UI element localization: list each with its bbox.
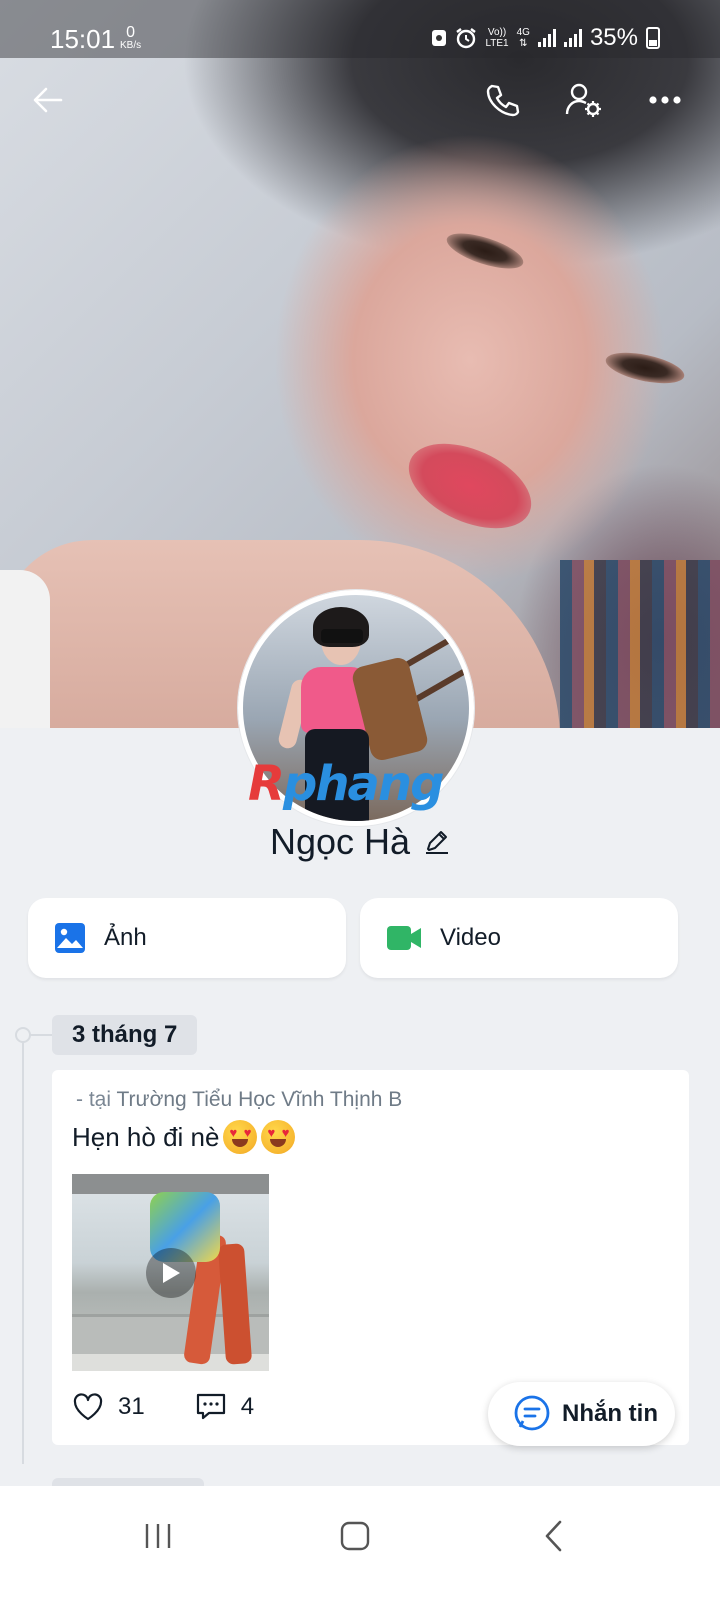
data-arrows-icon: ⇅ bbox=[519, 38, 528, 49]
comment-count: 4 bbox=[240, 1393, 255, 1420]
back-button[interactable] bbox=[26, 78, 70, 122]
profile-settings-button[interactable] bbox=[562, 78, 606, 122]
video-camera-icon bbox=[387, 926, 421, 950]
home-icon bbox=[340, 1521, 370, 1551]
avatar-sunglasses bbox=[321, 629, 363, 643]
videos-button[interactable]: Video bbox=[360, 898, 678, 978]
cover-clothes-rack bbox=[560, 560, 720, 728]
volte-indicator: Vo)) LTE1 bbox=[485, 27, 508, 49]
battery-percent: 35% bbox=[589, 24, 638, 51]
battery-icon bbox=[646, 27, 660, 49]
chevron-left-icon bbox=[545, 1520, 562, 1552]
timeline-date: 3 tháng 7 bbox=[52, 1015, 198, 1055]
network-speed: 0 KB/s bbox=[120, 24, 142, 52]
pencil-icon[interactable] bbox=[424, 829, 450, 855]
comment-button[interactable]: 4 bbox=[195, 1392, 254, 1422]
heart-eyes-emoji-icon bbox=[261, 1120, 296, 1154]
status-bar: 15:01 0 KB/s Vo)) LTE1 4G ⇅ 35% bbox=[0, 0, 720, 58]
like-button[interactable]: 31 bbox=[72, 1392, 145, 1422]
chat-bubble-icon bbox=[514, 1395, 550, 1431]
recent-apps-button[interactable] bbox=[128, 1506, 188, 1566]
status-time: 15:01 bbox=[50, 24, 116, 54]
profile-top-bar bbox=[0, 70, 720, 130]
arrow-left-icon bbox=[33, 87, 63, 113]
network-speed-value: 0 bbox=[126, 24, 136, 41]
post-location: - tại Trường Tiểu Học Vĩnh Thịnh B bbox=[76, 1088, 402, 1112]
signal-icon-2 bbox=[563, 29, 582, 47]
thumb-roof bbox=[72, 1174, 269, 1194]
photos-label: Ảnh bbox=[104, 924, 147, 951]
timeline-branch bbox=[30, 1034, 54, 1036]
next-timeline-date bbox=[52, 1478, 204, 1486]
post-actions: 31 4 bbox=[72, 1392, 254, 1422]
cover-eye-right bbox=[603, 346, 687, 390]
watermark-part-a: R bbox=[248, 756, 285, 812]
profile-name-row: Ngọc Hà bbox=[0, 818, 720, 866]
system-nav-bar bbox=[0, 1486, 720, 1600]
like-count: 31 bbox=[118, 1393, 145, 1420]
watermark-part-b: phang bbox=[282, 756, 444, 812]
timeline-line bbox=[22, 1034, 24, 1464]
cover-eye-left bbox=[442, 226, 528, 276]
post-location-prefix: - tại bbox=[76, 1088, 112, 1111]
camera-shield-icon bbox=[432, 30, 447, 46]
post-video-thumbnail[interactable] bbox=[72, 1174, 269, 1371]
play-button[interactable] bbox=[146, 1248, 196, 1298]
network-type-label: 4G bbox=[516, 27, 530, 38]
cover-strap bbox=[0, 570, 50, 728]
status-icons: Vo)) LTE1 4G ⇅ 35% bbox=[431, 24, 660, 52]
phone-icon bbox=[486, 84, 520, 117]
lte-label: LTE1 bbox=[485, 38, 509, 49]
post-location-name[interactable]: Trường Tiểu Học Vĩnh Thịnh B bbox=[116, 1088, 402, 1111]
post-text: Hẹn hò đi nè bbox=[72, 1121, 220, 1152]
network-speed-unit: KB/s bbox=[120, 40, 142, 51]
home-button[interactable] bbox=[325, 1506, 385, 1566]
message-button[interactable]: Nhắn tin bbox=[488, 1382, 675, 1446]
user-settings-icon bbox=[565, 83, 601, 117]
more-horizontal-icon bbox=[649, 96, 681, 104]
heart-eyes-emoji-icon bbox=[223, 1120, 258, 1154]
image-icon bbox=[55, 923, 85, 953]
alarm-icon bbox=[456, 28, 477, 49]
timeline-dot bbox=[15, 1027, 31, 1043]
photos-button[interactable]: Ảnh bbox=[28, 898, 346, 978]
post-text-row: Hẹn hò đi nè bbox=[72, 1120, 296, 1154]
network-type: 4G ⇅ bbox=[517, 27, 530, 49]
call-button[interactable] bbox=[480, 78, 524, 122]
message-button-label: Nhắn tin bbox=[562, 1400, 658, 1427]
profile-name: Ngọc Hà bbox=[269, 821, 411, 862]
system-back-button[interactable] bbox=[524, 1506, 584, 1566]
watermark-logo: Rphang bbox=[248, 758, 464, 810]
volte-label: Vo)) bbox=[487, 27, 507, 38]
cover-lips bbox=[395, 426, 545, 546]
more-button[interactable] bbox=[643, 78, 687, 122]
recent-apps-icon bbox=[145, 1524, 171, 1548]
comment-icon bbox=[196, 1393, 225, 1420]
play-icon bbox=[163, 1263, 180, 1283]
signal-icon-1 bbox=[537, 29, 556, 47]
videos-label: Video bbox=[440, 924, 501, 951]
heart-outline-icon bbox=[73, 1393, 103, 1421]
